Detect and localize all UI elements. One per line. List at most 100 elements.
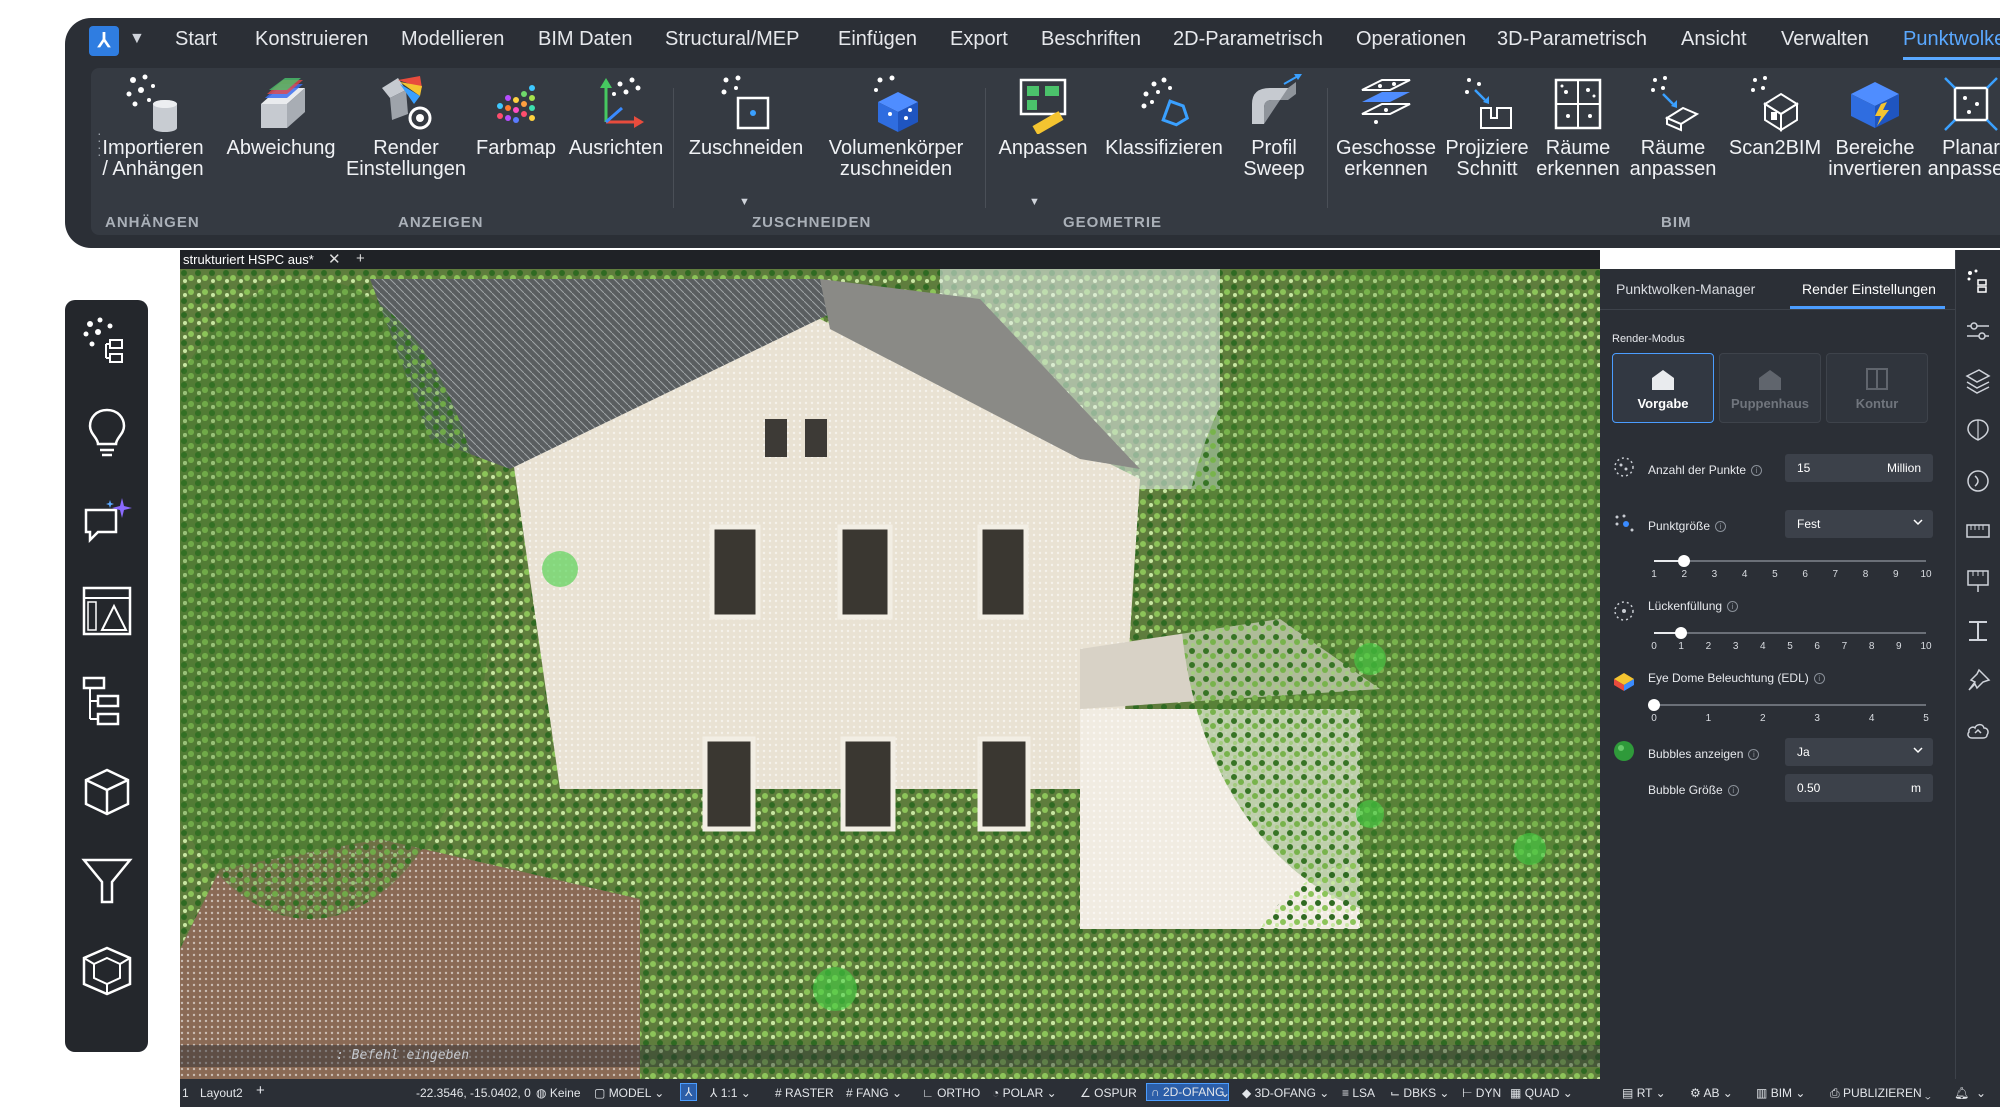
bim-model-icon[interactable] (80, 944, 134, 998)
lightbulb-icon[interactable] (80, 404, 134, 458)
invert-regions-button[interactable]: Bereiche invertieren (1827, 74, 1923, 180)
tab-beschriften[interactable]: Beschriften (1041, 28, 1141, 51)
status-dyn[interactable]: ⊢ DYN (1462, 1086, 1501, 1100)
status-lsa[interactable]: ≡ LSA (1342, 1086, 1375, 1100)
render-settings-button[interactable]: Render Einstellungen (343, 74, 469, 180)
mode-puppenhaus-button[interactable]: Puppenhaus (1719, 353, 1821, 423)
info-icon[interactable]: i (1813, 673, 1825, 684)
status-model[interactable]: ▢ MODEL ⌄ (594, 1086, 664, 1100)
point-count-input[interactable]: 15 Million (1785, 454, 1933, 482)
tab-3d-parametrisch[interactable]: 3D-Parametrisch (1497, 28, 1647, 51)
command-input[interactable]: : Befehl eingeben (336, 1048, 469, 1063)
gap-fill-slider[interactable]: 0 1 2 3 4 5 6 7 8 9 10 (1651, 626, 1932, 656)
tab-einfuegen[interactable]: Einfügen (838, 28, 917, 51)
status-raster[interactable]: # RASTER (775, 1086, 834, 1100)
point-size-select[interactable]: Fest (1785, 510, 1933, 538)
pin-icon[interactable] (1965, 668, 1991, 694)
slider-track[interactable] (1654, 632, 1926, 634)
slider-thumb[interactable] (1678, 555, 1691, 567)
bubble-size-input[interactable]: 0.50 m (1785, 774, 1933, 802)
balloon-icon[interactable] (1965, 418, 1991, 444)
document-tab[interactable]: strukturiert HSPC aus* (183, 252, 314, 267)
slider-thumb[interactable] (1648, 699, 1660, 711)
status-3d-ofang[interactable]: ◆ 3D-OFANG ⌄ (1242, 1086, 1329, 1100)
command-line[interactable]: : Befehl eingeben (180, 1045, 1600, 1067)
2d-ofang-chevron-icon[interactable]: ⌄ (1220, 1086, 1230, 1100)
status-ospur[interactable]: ∠ OSPUR (1080, 1086, 1137, 1100)
info-icon[interactable]: i (1751, 465, 1763, 476)
import-attach-button[interactable]: Importieren / Anhängen (93, 74, 213, 180)
pointcloud-tree-icon[interactable] (1965, 268, 1991, 294)
colormap-button[interactable]: Farbmap (471, 74, 561, 159)
info-icon[interactable]: i (1727, 601, 1739, 612)
tab-pointcloud-manager[interactable]: Punktwolken-Manager (1616, 281, 1755, 297)
mode-vorgabe-button[interactable]: Vorgabe (1612, 353, 1714, 423)
status-ortho[interactable]: ∟ ORTHO (922, 1086, 980, 1100)
detect-floors-button[interactable]: Geschosse erkennen (1331, 74, 1441, 180)
cloud-icon[interactable] (1965, 718, 1991, 744)
deviation-button[interactable]: Abweichung (221, 74, 341, 159)
crop-dropdown-chevron-icon[interactable]: ▼ (739, 196, 750, 208)
sliders-icon[interactable] (1965, 318, 1991, 344)
tab-bim-daten[interactable]: BIM Daten (538, 28, 632, 51)
status-bim[interactable]: ▥ BIM ⌄ (1756, 1086, 1805, 1100)
planar-fit-button[interactable]: Planar anpassen (1923, 74, 2000, 180)
viewport-3d[interactable]: : Befehl eingeben (180, 269, 1600, 1079)
edl-slider[interactable]: 0 1 2 3 4 5 (1648, 698, 1929, 728)
signal-icon[interactable] (1965, 468, 1991, 494)
measure-icon[interactable] (1965, 568, 1991, 594)
tab-render-settings[interactable]: Render Einstellungen (1802, 281, 1936, 297)
tab-structural-mep[interactable]: Structural/MEP (665, 28, 799, 51)
cube-icon[interactable] (80, 764, 134, 818)
tab-start[interactable]: Start (175, 28, 217, 51)
layout-sheet-icon[interactable] (80, 584, 134, 638)
tab-operationen[interactable]: Operationen (1356, 28, 1466, 51)
tab-ansicht[interactable]: Ansicht (1681, 28, 1747, 51)
pointcloud-tree-icon[interactable] (80, 314, 134, 368)
status-scale[interactable]: ⅄ 1:1 ⌄ (710, 1086, 751, 1100)
status-annotation-scale-icon[interactable]: ⅄ (680, 1083, 698, 1101)
new-tab-icon[interactable]: + (356, 250, 365, 267)
layers-icon[interactable] (1965, 368, 1991, 394)
mode-kontur-button[interactable]: Kontur (1826, 353, 1928, 423)
align-button[interactable]: Ausrichten (561, 74, 671, 159)
slider-track[interactable] (1654, 704, 1926, 706)
status-publizieren[interactable]: ⎙ PUBLIZIEREN ⌄ (1830, 1086, 1931, 1101)
filter-icon[interactable] (80, 854, 134, 908)
tab-verwalten[interactable]: Verwalten (1781, 28, 1869, 51)
ai-chat-icon[interactable] (80, 494, 134, 548)
tab-2d-parametrisch[interactable]: 2D-Parametrisch (1173, 28, 1323, 51)
add-layout-icon[interactable]: + (256, 1082, 265, 1099)
status-chevron-icon[interactable]: ⌄ (1976, 1086, 1986, 1100)
status-quad[interactable]: ▦ QUAD ⌄ (1510, 1086, 1573, 1100)
classify-button[interactable]: Klassifizieren (1099, 74, 1229, 159)
status-keine[interactable]: ◍ Keine (536, 1086, 581, 1100)
fit-dropdown-chevron-icon[interactable]: ▼ (1029, 196, 1040, 208)
ruler-icon[interactable] (1965, 518, 1991, 544)
crop-solid-button[interactable]: Volumenkörper zuschneiden (811, 74, 981, 180)
status-ab[interactable]: ⚙ AB ⌄ (1690, 1086, 1733, 1100)
slider-thumb[interactable] (1675, 627, 1688, 639)
bubbles-select[interactable]: Ja (1785, 738, 1933, 766)
app-menu-button[interactable]: ⅄ (89, 26, 119, 56)
tab-konstruieren[interactable]: Konstruieren (255, 28, 368, 51)
info-icon[interactable]: i (1715, 521, 1727, 532)
close-icon[interactable]: ✕ (328, 250, 341, 268)
fit-button[interactable]: Anpassen (988, 74, 1098, 159)
status-fang[interactable]: # FANG ⌄ (846, 1086, 902, 1100)
tab-export[interactable]: Export (950, 28, 1008, 51)
scan2bim-button[interactable]: Scan2BIM (1723, 74, 1827, 159)
profile-sweep-button[interactable]: Profil Sweep (1229, 74, 1319, 180)
info-icon[interactable]: i (1727, 785, 1739, 796)
project-section-button[interactable]: Projiziere Schnitt (1441, 74, 1533, 180)
point-size-slider[interactable]: 1 2 3 4 5 6 7 8 9 10 (1651, 554, 1932, 584)
tab-modellieren[interactable]: Modellieren (401, 28, 504, 51)
info-icon[interactable]: i (1748, 749, 1760, 760)
slider-track[interactable] (1654, 560, 1926, 562)
fit-rooms-button[interactable]: Räume anpassen (1623, 74, 1723, 180)
layout-tab[interactable]: Layout2 (200, 1086, 243, 1100)
status-rt[interactable]: ▤ RT ⌄ (1622, 1086, 1666, 1100)
tab-punktwolke[interactable]: Punktwolke (1903, 28, 2000, 60)
notification-bell-icon[interactable]: 🔔︎ (1954, 1086, 1969, 1100)
chevron-down-icon[interactable]: ▼ (129, 30, 145, 48)
